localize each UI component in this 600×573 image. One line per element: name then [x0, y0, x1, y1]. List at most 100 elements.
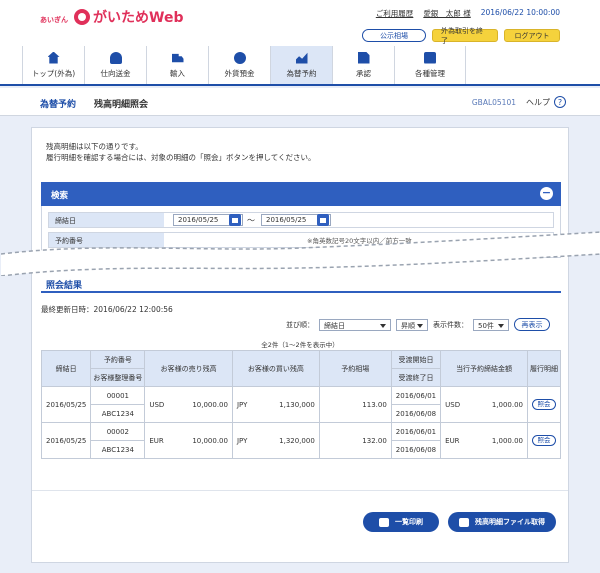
th-close-date: 締結日 [40, 350, 92, 387]
brand-logo-icon [74, 9, 90, 25]
order-select[interactable]: 昇順 [396, 318, 428, 331]
nav-item-remittance[interactable]: 仕向送金 [84, 46, 146, 84]
table-row: 2016/05/25 00001 USD 10,000.00 JPY 1,130… [40, 386, 561, 423]
collapse-icon[interactable]: − [540, 187, 553, 200]
cell-delivery-start: 2016/06/01 [390, 422, 442, 441]
nav-item-approval[interactable]: 承認 [332, 46, 394, 84]
th-today-amount: 当行予約締結金額 [440, 350, 528, 387]
sort-label: 並び順： [286, 320, 314, 329]
nav-label: 仕向送金 [100, 68, 131, 78]
cell-today-amount: 1,000.00 [472, 386, 528, 423]
content-break-wave [1, 231, 600, 276]
nav-label: トップ(外為) [31, 68, 76, 78]
inquiry-button[interactable]: 照会 [532, 435, 556, 446]
page-title-bar: 為替予約 残高明細照会 GBAL05101 ヘルプ ? [0, 88, 600, 116]
header-buttons: 公示相場 外為取引を終了 ログアウト [362, 27, 560, 45]
main-nav: トップ(外為) 仕向送金 輸入 外貨預金 為替予約 承認 各種管理 [22, 46, 466, 84]
login-datetime: 2016/06/22 10:00:00 [480, 8, 560, 17]
logout-button[interactable]: ログアウト [504, 29, 560, 42]
screen-code: GBAL05101 [471, 98, 516, 107]
per-page-label: 表示件数： [433, 320, 468, 329]
cell-buy-amount: 1,130,000 [258, 386, 320, 423]
download-label: 残高明細ファイル取得 [475, 518, 545, 526]
cell-customer-ref: ABC1234 [90, 404, 146, 423]
cell-rate: 113.00 [318, 386, 392, 423]
cell-today-ccy: USD [440, 386, 473, 423]
redisplay-button[interactable]: 再表示 [514, 318, 550, 331]
gear-icon [424, 51, 436, 64]
cell-rate: 132.00 [318, 422, 392, 459]
cell-close-date: 2016/05/25 [40, 386, 92, 423]
th-delivery-start: 受渡開始日 [390, 350, 442, 369]
cell-sell-ccy: USD [144, 386, 176, 423]
truck-icon [171, 53, 184, 63]
th-sell-balance: お客様の売り残高 [144, 350, 233, 387]
nav-item-fx-contract[interactable]: 為替予約 [270, 46, 332, 84]
th-buy-balance: お客様の買い残高 [231, 350, 320, 387]
cell-buy-amount: 1,320,000 [258, 422, 320, 459]
cell-contract-no: 00002 [90, 422, 146, 441]
help-button[interactable]: ヘルプ ? [526, 96, 566, 108]
cell-today-amount: 1,000.00 [472, 422, 528, 459]
home-icon [47, 51, 60, 64]
nav-label: 各種管理 [415, 68, 445, 78]
download-file-button[interactable]: 残高明細ファイル取得 [448, 512, 556, 532]
help-label: ヘルプ [526, 97, 550, 107]
header: あいぎん がいためWeb ご利用履歴 愛銀 太郎 様 2016/06/22 10… [0, 0, 600, 86]
page-section: 為替予約 [40, 100, 77, 110]
brand-name: がいためWeb [93, 10, 184, 26]
page-title: 残高明細照会 [94, 100, 149, 110]
inquiry-button[interactable]: 照会 [532, 399, 556, 410]
end-fx-button[interactable]: 外為取引を終了 [432, 27, 498, 45]
rates-button[interactable]: 公示相場 [362, 29, 426, 42]
intro-line: 残高明細は以下の通りです。 [46, 142, 143, 151]
help-icon: ? [554, 96, 566, 108]
intro-line: 履行明細を確認する場合には、対象の明細の「照会」ボタンを押してください。 [46, 153, 316, 162]
footer-divider [32, 490, 568, 491]
nav-item-import[interactable]: 輸入 [146, 46, 208, 84]
search-panel-header[interactable]: 検索 − [41, 182, 561, 206]
nav-label: 承認 [356, 68, 371, 78]
cell-sell-amount: 10,000.00 [175, 422, 233, 459]
per-page-select[interactable]: 50件 [473, 318, 509, 331]
balance-table: 締結日 予約番号 お客様の売り残高 お客様の買い残高 予約相場 受渡開始日 当行… [40, 350, 561, 459]
nav-label: 輸入 [170, 68, 185, 78]
user-info: ご利用履歴 愛銀 太郎 様 2016/06/22 10:00:00 [376, 8, 560, 19]
results-title: 照会結果 [46, 281, 83, 291]
rate-icon [295, 52, 308, 64]
th-delivery-end: 受渡終了日 [390, 368, 442, 387]
cell-delivery-end: 2016/06/08 [390, 404, 442, 423]
cell-detail: 照会 [527, 386, 561, 423]
nav-item-deposit[interactable]: 外貨預金 [208, 46, 270, 84]
nav-label: 為替予約 [286, 68, 317, 78]
nav-item-top[interactable]: トップ(外為) [22, 46, 84, 84]
sort-select[interactable]: 締結日 [319, 318, 391, 331]
nav-item-management[interactable]: 各種管理 [394, 46, 466, 84]
nav-label: 外貨預金 [224, 68, 255, 78]
print-label: 一覧印刷 [395, 518, 423, 526]
cell-buy-ccy: JPY [231, 422, 259, 459]
th-rate: 予約相場 [318, 350, 392, 387]
th-contract-no: 予約番号 [90, 350, 146, 369]
logo[interactable]: あいぎん がいためWeb [40, 6, 183, 27]
coin-icon [233, 51, 246, 64]
cell-sell-amount: 10,000.00 [175, 386, 233, 423]
cell-contract-no: 00001 [90, 386, 146, 405]
result-count: 全2件（1～2件を表示中） [261, 341, 339, 349]
person-icon [109, 51, 122, 64]
content-card: 残高明細は以下の通りです。 履行明細を確認する場合には、対象の明細の「照会」ボタ… [1, 127, 600, 563]
last-updated: 最終更新日時：2016/06/22 12:00:56 [41, 305, 173, 314]
printer-icon [379, 517, 389, 527]
search-title: 検索 [51, 191, 69, 201]
user-name-link[interactable]: 愛銀 太郎 様 [423, 8, 470, 19]
doc-icon [357, 51, 370, 64]
cell-detail: 照会 [527, 422, 561, 459]
usage-history-link[interactable]: ご利用履歴 [376, 8, 414, 19]
cell-buy-ccy: JPY [231, 386, 259, 423]
cell-customer-ref: ABC1234 [90, 440, 146, 459]
brand-small: あいぎん [40, 16, 68, 24]
print-list-button[interactable]: 一覧印刷 [363, 512, 439, 532]
download-icon [459, 517, 469, 527]
th-detail: 履行明細 [527, 350, 561, 387]
cell-delivery-end: 2016/06/08 [390, 440, 442, 459]
